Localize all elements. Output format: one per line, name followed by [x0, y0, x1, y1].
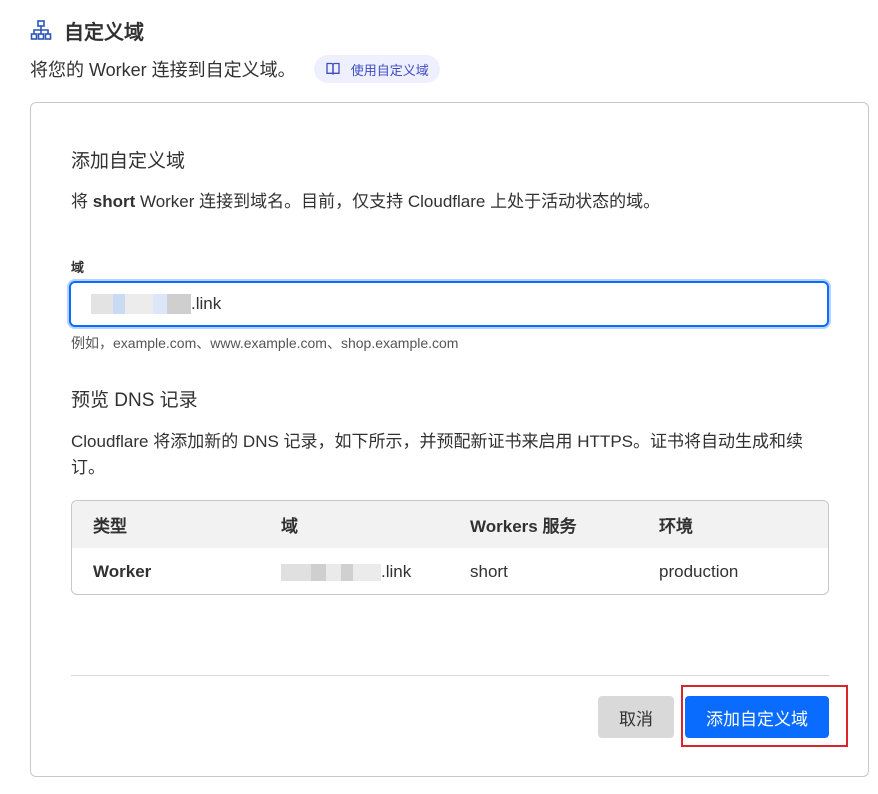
row-environment: production [659, 561, 739, 581]
add-domain-card: 添加自定义域 将 short Worker 连接到域名。目前，仅支持 Cloud… [30, 102, 869, 777]
page-title: 自定义域 [64, 21, 144, 44]
dns-description: Cloudflare 将添加新的 DNS 记录，如下所示，并预配新证书来启用 H… [71, 432, 803, 477]
col-environment: 环境 [659, 517, 693, 536]
row-domain-suffix: .link [381, 561, 412, 581]
sitemap-icon [30, 19, 52, 41]
subtitle-row: 将您的 Worker 连接到自定义域。 使用自定义域 [30, 55, 440, 83]
card-description: 将 short Worker 连接到域名。目前，仅支持 Cloudflare 上… [71, 189, 660, 215]
row-service: short [470, 561, 508, 581]
domain-input-value: .link [191, 294, 222, 313]
redacted-text [91, 294, 191, 314]
docs-link[interactable]: 使用自定义域 [313, 55, 440, 83]
docs-link-label: 使用自定义域 [350, 62, 429, 78]
row-domain: .link [281, 562, 411, 582]
divider [71, 675, 829, 676]
col-type: 类型 [93, 517, 127, 536]
col-service: Workers 服务 [470, 517, 577, 536]
book-icon [325, 61, 341, 77]
col-domain: 域 [281, 517, 298, 536]
page-header: 自定义域 将您的 Worker 连接到自定义域。 使用自定义域 [30, 16, 440, 83]
desc-suffix: Worker 连接到域名。目前，仅支持 Cloudflare 上处于活动状态的域… [135, 192, 661, 211]
dns-records-table: 类型 域 Workers 服务 环境 Worker .link short pr… [71, 500, 829, 595]
page-subtitle: 将您的 Worker 连接到自定义域。 [30, 60, 296, 80]
domain-hint: 例如，example.com、www.example.com、shop.exam… [71, 335, 459, 351]
title-row: 自定义域 [30, 16, 440, 44]
redacted-text [281, 563, 381, 581]
dns-preview-title: 预览 DNS 记录 [71, 390, 198, 411]
table-row: Worker .link short production [72, 548, 828, 594]
row-type: Worker [93, 561, 152, 581]
table-header: 类型 域 Workers 服务 环境 [72, 501, 828, 548]
domain-input[interactable]: .link [69, 281, 829, 327]
domain-field-label: 域 [71, 260, 85, 275]
cancel-button[interactable]: 取消 [598, 696, 674, 738]
desc-prefix: 将 [71, 192, 93, 211]
add-custom-domain-button[interactable]: 添加自定义域 [685, 696, 829, 738]
worker-name: short [92, 192, 136, 211]
card-title: 添加自定义域 [71, 151, 186, 172]
